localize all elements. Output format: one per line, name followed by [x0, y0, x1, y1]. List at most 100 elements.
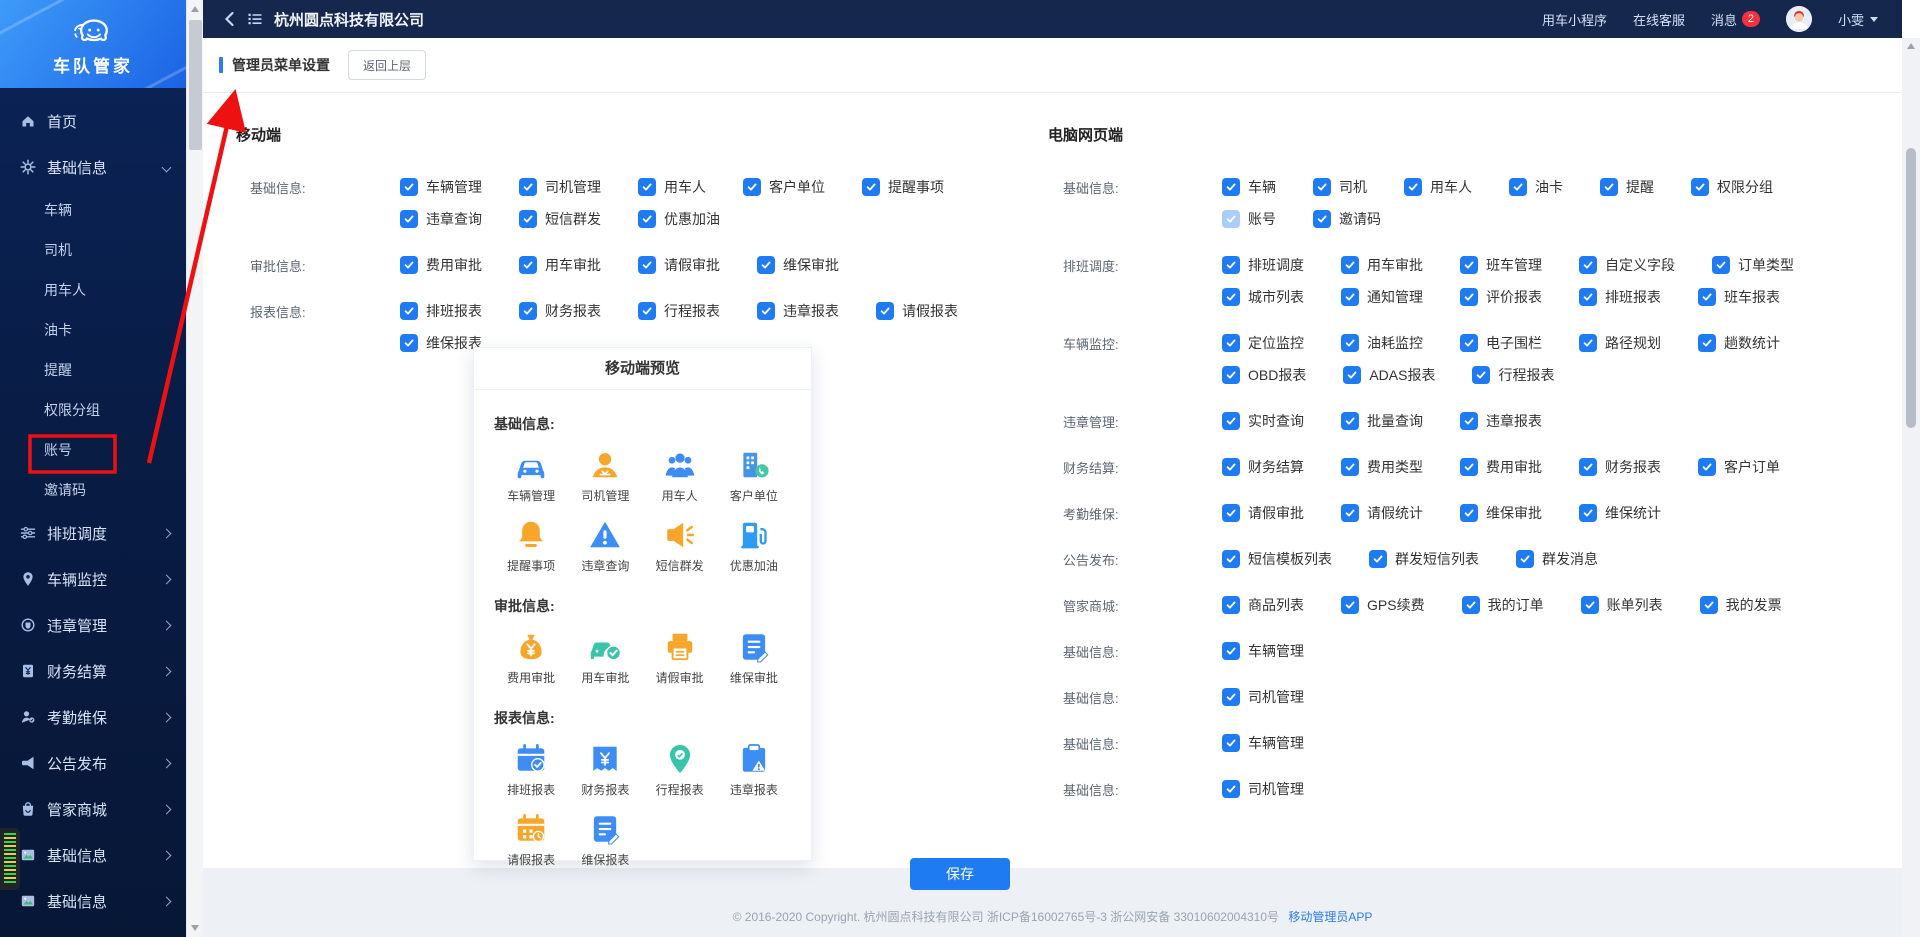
sidebar-item-driver[interactable]: 司机	[0, 230, 186, 270]
sidebar-item-basic-info[interactable]: 基础信息	[0, 144, 186, 190]
sidebar-item-basic-info-2[interactable]: 基础信息	[0, 832, 186, 878]
menu-option[interactable]: 排班报表	[1579, 287, 1661, 307]
checkbox-checked-icon[interactable]	[1341, 334, 1359, 352]
checkbox-checked-icon[interactable]	[1222, 504, 1240, 522]
menu-option[interactable]: 违章查询	[400, 209, 482, 229]
checkbox-checked-icon[interactable]	[638, 178, 656, 196]
checkbox-checked-icon[interactable]	[1460, 458, 1478, 476]
menu-option[interactable]: 客户订单	[1698, 457, 1780, 477]
menu-option[interactable]: 违章报表	[1460, 411, 1542, 431]
checkbox-checked-icon[interactable]	[1472, 366, 1491, 384]
menu-option[interactable]: 财务报表	[519, 301, 601, 321]
menu-option[interactable]: 油卡	[1509, 177, 1563, 197]
checkbox-checked-icon[interactable]	[1222, 334, 1240, 352]
menu-option[interactable]: 用车人	[1404, 177, 1472, 197]
menu-option[interactable]: 维保报表	[400, 333, 482, 353]
checkbox-checked-icon[interactable]	[1313, 178, 1331, 196]
menu-option[interactable]: 请假报表	[876, 301, 958, 321]
menu-option[interactable]: 费用类型	[1341, 457, 1423, 477]
admin-app-link[interactable]: 移动管理员APP	[1288, 910, 1372, 924]
checkbox-checked-icon[interactable]	[638, 302, 656, 320]
checkbox-checked-icon[interactable]	[400, 256, 418, 274]
menu-option[interactable]: 我的订单	[1461, 595, 1544, 615]
checkbox-checked-icon[interactable]	[1404, 178, 1422, 196]
sidebar-item-announcement[interactable]: 公告发布	[0, 740, 186, 786]
menu-option[interactable]: 趟数统计	[1698, 333, 1780, 353]
menu-option[interactable]: ADAS报表	[1343, 365, 1435, 385]
menu-option[interactable]: 请假审批	[1222, 503, 1304, 523]
checkbox-checked-icon[interactable]	[862, 178, 880, 196]
menu-option[interactable]: 违章报表	[757, 301, 839, 321]
menu-option[interactable]: 定位监控	[1222, 333, 1304, 353]
checkbox-checked-icon[interactable]	[1579, 504, 1597, 522]
sidebar-item-invite-code[interactable]: 邀请码	[0, 470, 186, 510]
checkbox-checked-icon[interactable]	[1222, 412, 1240, 430]
menu-option[interactable]: 评价报表	[1460, 287, 1542, 307]
menu-option[interactable]: 油耗监控	[1341, 333, 1423, 353]
sidebar-scrollbar[interactable]	[186, 0, 203, 937]
preview-item[interactable]: 维保审批	[717, 630, 791, 686]
menu-option[interactable]: 维保统计	[1579, 503, 1661, 523]
checkbox-checked-icon[interactable]	[400, 302, 418, 320]
menu-option[interactable]: 优惠加油	[638, 209, 720, 229]
menu-option[interactable]: 用车人	[638, 177, 706, 197]
menu-option[interactable]: 车辆管理	[1222, 733, 1304, 753]
sidebar-item-attendance-maintenance[interactable]: 考勤维保	[0, 694, 186, 740]
preview-item[interactable]: 维保报表	[568, 812, 642, 868]
menu-option[interactable]: 群发消息	[1516, 549, 1598, 569]
menu-option[interactable]: 请假审批	[638, 255, 720, 275]
scroll-down-icon[interactable]	[191, 925, 199, 931]
content-scrollbar-thumb[interactable]	[1906, 148, 1916, 428]
menu-option[interactable]: GPS续费	[1341, 595, 1425, 615]
menu-option[interactable]: 短信模板列表	[1222, 549, 1332, 569]
checkbox-checked-icon[interactable]	[1712, 256, 1730, 274]
sidebar-item-dispatch[interactable]: 排班调度	[0, 510, 186, 556]
menu-option[interactable]: 财务结算	[1222, 457, 1304, 477]
checkbox-checked-icon[interactable]	[1460, 504, 1478, 522]
checkbox-checked-icon[interactable]	[1460, 334, 1478, 352]
menu-option[interactable]: 用车审批	[1341, 255, 1423, 275]
preview-item[interactable]: 优惠加油	[717, 518, 791, 574]
menu-option[interactable]: 费用审批	[400, 255, 482, 275]
checkbox-checked-icon[interactable]	[1579, 458, 1597, 476]
menu-option[interactable]: 用车审批	[519, 255, 601, 275]
menu-option[interactable]: OBD报表	[1222, 365, 1306, 385]
preview-item[interactable]: 短信群发	[643, 518, 717, 574]
checkbox-checked-icon[interactable]	[1222, 734, 1240, 752]
menu-option[interactable]: 批量查询	[1341, 411, 1423, 431]
checkbox-checked-icon[interactable]	[1343, 366, 1362, 384]
checkbox-checked-icon[interactable]	[1222, 550, 1240, 568]
save-button[interactable]: 保存	[910, 858, 1010, 890]
sidebar-item-passenger[interactable]: 用车人	[0, 270, 186, 310]
sidebar-item-vehicle-monitor[interactable]: 车辆监控	[0, 556, 186, 602]
checkbox-checked-icon[interactable]	[1313, 210, 1331, 228]
checkbox-checked-icon[interactable]	[1509, 178, 1527, 196]
menu-option[interactable]: 车辆管理	[1222, 641, 1304, 661]
checkbox-checked-icon[interactable]	[1341, 596, 1359, 614]
preview-item[interactable]: 请假审批	[643, 630, 717, 686]
menu-option[interactable]: 维保审批	[1460, 503, 1542, 523]
preview-item[interactable]: 用车审批	[568, 630, 642, 686]
menu-option[interactable]: 权限分组	[1691, 177, 1773, 197]
checkbox-checked-icon[interactable]	[1341, 458, 1359, 476]
menu-option[interactable]: 电子围栏	[1460, 333, 1542, 353]
mini-program-link[interactable]: 用车小程序	[1542, 10, 1607, 29]
checkbox-checked-icon[interactable]	[1698, 288, 1716, 306]
checkbox-checked-icon[interactable]	[757, 256, 775, 274]
menu-option[interactable]: 行程报表	[1472, 365, 1554, 385]
menu-option[interactable]: 车辆	[1222, 177, 1276, 197]
user-avatar[interactable]	[1785, 6, 1812, 32]
menu-option[interactable]: 司机	[1313, 177, 1367, 197]
checkbox-checked-icon[interactable]	[1460, 412, 1478, 430]
preview-item[interactable]: 违章查询	[568, 518, 642, 574]
preview-item[interactable]: 司机管理	[568, 448, 642, 504]
checkbox-checked-icon[interactable]	[1579, 288, 1597, 306]
sidebar-item-basic-info-3[interactable]: 基础信息	[0, 878, 186, 924]
preview-item[interactable]: 客户单位	[717, 448, 791, 504]
checkbox-checked-icon[interactable]	[1222, 210, 1240, 228]
checkbox-checked-icon[interactable]	[743, 178, 761, 196]
checkbox-checked-icon[interactable]	[519, 178, 537, 196]
checkbox-checked-icon[interactable]	[757, 302, 775, 320]
sidebar-item-fuel-card[interactable]: 油卡	[0, 310, 186, 350]
menu-option[interactable]: 实时查询	[1222, 411, 1304, 431]
